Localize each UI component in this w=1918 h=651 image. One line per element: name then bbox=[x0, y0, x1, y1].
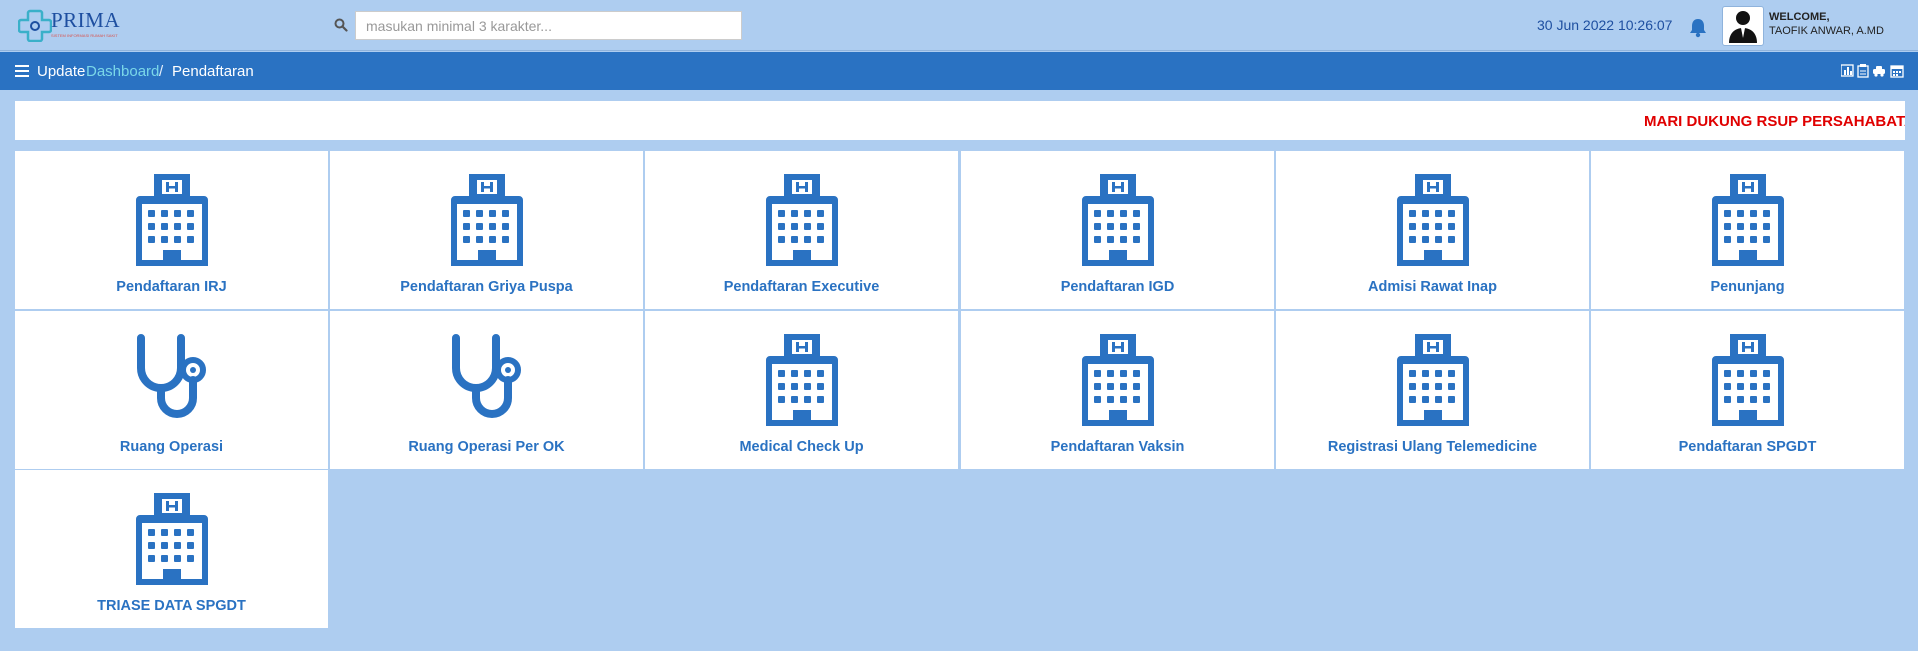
toolbar-icons bbox=[1840, 64, 1913, 83]
menu-tile[interactable]: Admisi Rawat Inap bbox=[1276, 151, 1589, 309]
bell-icon[interactable] bbox=[1689, 18, 1707, 38]
menu-tile[interactable]: Pendaftaran Vaksin bbox=[961, 311, 1274, 469]
menu-tile-label: Pendaftaran SPGDT bbox=[1678, 439, 1817, 455]
menu-tile[interactable]: Medical Check Up bbox=[645, 311, 958, 469]
menu-tile-label: Pendaftaran IGD bbox=[1060, 279, 1175, 295]
menu-tile-label: Pendaftaran Executive bbox=[723, 279, 880, 295]
menu-tile-label: Medical Check Up bbox=[739, 439, 864, 455]
menu-tile[interactable]: Pendaftaran Executive bbox=[645, 151, 958, 309]
menu-tile[interactable]: Pendaftaran Griya Puspa bbox=[330, 151, 643, 309]
menu-tile[interactable]: Ruang Operasi bbox=[15, 311, 328, 469]
menu-tile-label: Pendaftaran Vaksin bbox=[1050, 439, 1185, 455]
current-datetime: 30 Jun 2022 10:26:07 bbox=[1537, 17, 1673, 33]
medical-cross-logo-icon bbox=[18, 9, 52, 42]
menu-tile-label: Registrasi Ulang Telemedicine bbox=[1327, 439, 1538, 455]
announcement-marquee: MARI DUKUNG RSUP PERSAHABATAN bbox=[15, 101, 1905, 140]
menu-tile[interactable]: Penunjang bbox=[1591, 151, 1904, 309]
hamburger-menu-icon[interactable] bbox=[15, 65, 29, 77]
menu-tile[interactable]: Registrasi Ulang Telemedicine bbox=[1276, 311, 1589, 469]
welcome-label: WELCOME, bbox=[1769, 11, 1830, 23]
search-icon[interactable] bbox=[334, 18, 348, 32]
breadcrumb-current: Pendaftaran bbox=[172, 63, 254, 80]
breadcrumb-bar: Update Dashboard / Pendaftaran bbox=[0, 52, 1918, 90]
top-header: PRIMA SISTEM INFORMASI RUMAH SAKIT 30 Ju… bbox=[0, 0, 1918, 51]
calendar-icon[interactable] bbox=[1890, 65, 1904, 78]
announcement-text: MARI DUKUNG RSUP PERSAHABATAN bbox=[1644, 113, 1905, 130]
menu-tile[interactable]: TRIASE DATA SPGDT bbox=[15, 470, 328, 628]
user-icon bbox=[1729, 11, 1757, 43]
cars-icon[interactable] bbox=[1873, 66, 1885, 77]
breadcrumb-update: Update bbox=[37, 63, 86, 80]
menu-tile-label: Ruang Operasi bbox=[119, 439, 224, 455]
logo-name: PRIMA bbox=[51, 8, 121, 32]
breadcrumb-separator: / bbox=[159, 63, 164, 80]
menu-tile[interactable]: Ruang Operasi Per OK bbox=[330, 311, 643, 469]
user-name[interactable]: TAOFIK ANWAR, A.MD bbox=[1769, 25, 1884, 37]
menu-tile[interactable]: Pendaftaran IGD bbox=[961, 151, 1274, 309]
menu-tile-label: Admisi Rawat Inap bbox=[1368, 279, 1497, 295]
avatar[interactable] bbox=[1722, 6, 1764, 46]
clipboard-icon[interactable] bbox=[1857, 64, 1869, 78]
menu-tile[interactable]: Pendaftaran SPGDT bbox=[1591, 311, 1904, 469]
search-input[interactable] bbox=[355, 11, 742, 40]
breadcrumb-dashboard-link[interactable]: Dashboard bbox=[86, 63, 159, 80]
prima-logo[interactable]: PRIMA SISTEM INFORMASI RUMAH SAKIT bbox=[18, 6, 130, 44]
bar-chart-icon[interactable] bbox=[1840, 64, 1854, 77]
menu-tile-label: TRIASE DATA SPGDT bbox=[97, 598, 246, 614]
menu-tile-label: Pendaftaran IRJ bbox=[116, 279, 227, 295]
menu-tile-label: Penunjang bbox=[1710, 279, 1785, 295]
menu-tile-label: Pendaftaran Griya Puspa bbox=[400, 279, 573, 295]
menu-tile[interactable]: Pendaftaran IRJ bbox=[15, 151, 328, 309]
menu-tile-label: Ruang Operasi Per OK bbox=[408, 439, 565, 455]
logo-tagline: SISTEM INFORMASI RUMAH SAKIT bbox=[51, 33, 118, 38]
